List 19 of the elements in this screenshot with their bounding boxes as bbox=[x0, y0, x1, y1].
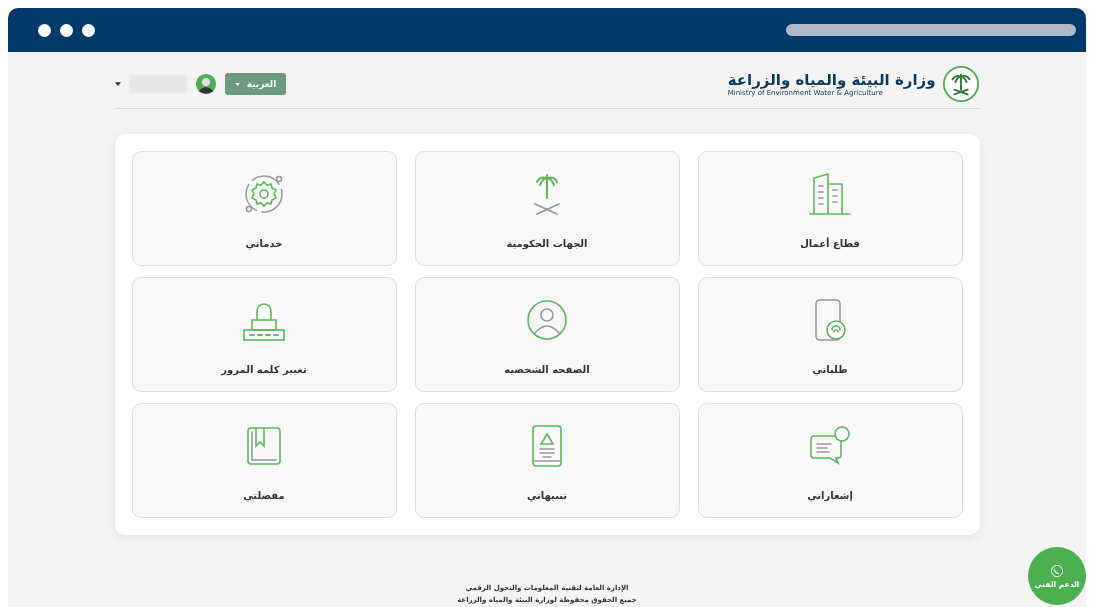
caret-icon[interactable] bbox=[114, 82, 121, 86]
menu-tile[interactable]: تغيير كلمه المرور bbox=[131, 277, 397, 392]
menu-tile[interactable]: الجهات الحكومية bbox=[414, 151, 680, 266]
building-icon bbox=[806, 170, 854, 218]
menu-tile[interactable]: الصفحه الشخصيه bbox=[414, 277, 680, 392]
menu-tile[interactable]: خدماتي bbox=[131, 151, 397, 266]
menu-tile[interactable]: مفضلتي bbox=[131, 403, 397, 518]
menu-tile[interactable]: قطاع أعمال bbox=[697, 151, 963, 266]
menu-tile[interactable]: طلباتي bbox=[697, 277, 963, 392]
caret-icon bbox=[234, 83, 240, 86]
phone-icon bbox=[1050, 563, 1064, 578]
avatar-icon[interactable] bbox=[194, 73, 217, 95]
menu-tile[interactable]: تنبيهاتي bbox=[414, 403, 680, 518]
palm-emblem-icon bbox=[941, 65, 980, 103]
window-dot-icon bbox=[60, 23, 73, 37]
ministry-name: وزارة البيئة والمياه والزراعة bbox=[727, 71, 936, 89]
window-dot-icon bbox=[38, 23, 51, 37]
window-dot-icon bbox=[82, 23, 95, 37]
menu-tile[interactable]: إشعاراتي bbox=[697, 403, 963, 518]
